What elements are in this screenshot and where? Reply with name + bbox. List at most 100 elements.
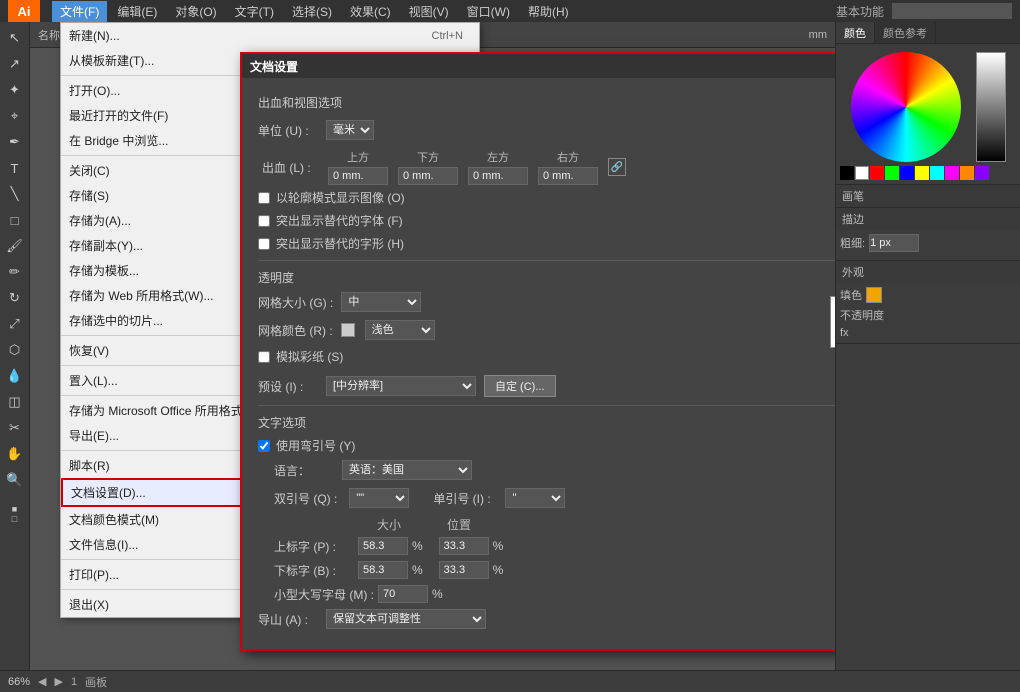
white-preview-box <box>830 296 835 348</box>
transparency-section-title: 透明度 <box>258 269 835 286</box>
fill-swatch[interactable] <box>866 287 882 303</box>
grid-color-select[interactable]: 浅色 中 深色 <box>365 320 435 340</box>
superscript-size-input[interactable] <box>358 537 408 555</box>
swatch-blue[interactable] <box>900 166 914 180</box>
pencil-tool[interactable]: ✏ <box>2 260 28 284</box>
grid-size-select[interactable]: 中 小 大 <box>341 292 421 312</box>
glyph-checkbox[interactable] <box>258 238 270 250</box>
glyph-label: 突出显示替代的字形 (H) <box>276 235 404 252</box>
color-wheel[interactable] <box>851 52 961 162</box>
superscript-label: 上标字 (P) : <box>274 538 354 555</box>
status-nav-right[interactable]: ▶ <box>55 675 63 688</box>
paintbrush-tool[interactable]: 🖌 <box>2 234 28 258</box>
stroke-width-input[interactable] <box>869 234 919 252</box>
language-select[interactable]: 英语：美国 英语：英国 中文：简体 <box>342 460 472 480</box>
eyedropper-tool[interactable]: 💧 <box>2 364 28 388</box>
swatch-red[interactable] <box>870 166 884 180</box>
bleed-top-input[interactable] <box>328 167 388 185</box>
gradient-tool[interactable]: ◫ <box>2 390 28 414</box>
swatch-black[interactable] <box>840 166 854 180</box>
grid-color-label: 网格颜色 (R) : <box>258 322 333 339</box>
zoom-tool[interactable]: 🔍 <box>2 468 28 492</box>
color-tab[interactable]: 颜色 <box>836 22 875 43</box>
panel-tabs: 颜色 颜色参考 <box>836 22 1020 44</box>
bleed-bottom-input[interactable] <box>398 167 458 185</box>
stroke-width-label: 粗细: <box>840 235 865 251</box>
selection-tool[interactable]: ↖ <box>2 26 28 50</box>
glyph-checkbox-row: 突出显示替代的字形 (H) <box>258 235 835 252</box>
unit-label: 单位 (U) : <box>258 122 318 139</box>
fill-stroke[interactable]: ■□ <box>2 502 28 526</box>
appearance-panel-header[interactable]: 外观 <box>836 261 1020 283</box>
stroke-panel-header[interactable]: 描边 <box>836 208 1020 230</box>
dialog-title: 文档设置 <box>242 54 835 78</box>
blend-tool[interactable]: ⬡ <box>2 338 28 362</box>
menu-help[interactable]: 帮助(H) <box>520 1 577 22</box>
menu-file[interactable]: 文件(F) <box>52 1 107 22</box>
status-bar: 66% ◀ ▶ 1 画板 <box>0 670 1020 692</box>
language-row: 语言： 英语：美国 英语：英国 中文：简体 <box>274 460 835 480</box>
menu-effect[interactable]: 效果(C) <box>342 1 399 22</box>
status-nav-left[interactable]: ◀ <box>38 675 46 688</box>
grid-color-swatch[interactable] <box>341 323 355 337</box>
line-tool[interactable]: ╲ <box>2 182 28 206</box>
custom-button[interactable]: 自定 (C)... <box>484 375 556 397</box>
swatch-purple[interactable] <box>975 166 989 180</box>
scale-tool[interactable]: ⤢ <box>2 312 28 336</box>
font-checkbox[interactable] <box>258 215 270 227</box>
subscript-pos-input[interactable] <box>439 561 489 579</box>
menu-edit[interactable]: 编辑(E) <box>109 1 165 22</box>
single-quotes-select[interactable]: '' <box>505 488 565 508</box>
direct-selection-tool[interactable]: ↗ <box>2 52 28 76</box>
use-quotes-checkbox[interactable] <box>258 440 270 452</box>
guide-label: 导山 (A) : <box>258 611 318 628</box>
link-icon[interactable]: 🔗 <box>608 158 626 176</box>
smallcaps-input[interactable] <box>378 585 428 603</box>
top-label: 上方 <box>347 149 369 165</box>
menu-window[interactable]: 窗口(W) <box>459 1 518 22</box>
lasso-tool[interactable]: ⌖ <box>2 104 28 128</box>
swatch-orange[interactable] <box>960 166 974 180</box>
swatch-yellow[interactable] <box>915 166 929 180</box>
search-input[interactable] <box>892 3 1012 19</box>
subscript-size-input[interactable] <box>358 561 408 579</box>
menu-item-new[interactable]: 新建(N)... Ctrl+N <box>61 23 479 48</box>
simulate-paper-checkbox[interactable] <box>258 351 270 363</box>
menu-text[interactable]: 文字(T) <box>227 1 282 22</box>
workspace: ↖ ↗ ✦ ⌖ ✒ T ╲ □ 🖌 ✏ ↻ ⤢ ⬡ 💧 ◫ ✂ ✋ 🔍 ■□ 名… <box>0 22 1020 670</box>
pen-tool[interactable]: ✒ <box>2 130 28 154</box>
rotate-tool[interactable]: ↻ <box>2 286 28 310</box>
simulate-paper-label: 模拟彩纸 (S) <box>276 348 343 365</box>
bleed-left-input[interactable] <box>468 167 528 185</box>
brush-panel-header[interactable]: 画笔 <box>836 185 1020 207</box>
smallcaps-label: 小型大写字母 (M) : <box>274 586 374 603</box>
position-col-label: 位置 <box>424 516 494 533</box>
right-label: 右方 <box>557 149 579 165</box>
hand-tool[interactable]: ✋ <box>2 442 28 466</box>
unit-row: 单位 (U) : 毫米 像素 点 英寸 编辑画板(D) <box>258 119 835 141</box>
unit-select[interactable]: 毫米 像素 点 英寸 <box>326 120 374 140</box>
double-quotes-select[interactable]: "" <box>349 488 409 508</box>
swatch-cyan[interactable] <box>930 166 944 180</box>
brightness-slider[interactable] <box>976 52 1006 162</box>
color-ref-tab[interactable]: 颜色参考 <box>875 22 936 43</box>
magic-wand-tool[interactable]: ✦ <box>2 78 28 102</box>
bleed-right-input[interactable] <box>538 167 598 185</box>
superscript-pos-input[interactable] <box>439 537 489 555</box>
swatch-green[interactable] <box>885 166 899 180</box>
menu-object[interactable]: 对象(O) <box>167 1 224 22</box>
scissors-tool[interactable]: ✂ <box>2 416 28 440</box>
menu-select[interactable]: 选择(S) <box>284 1 340 22</box>
guide-select[interactable]: 保留文本可调整性 <box>326 609 486 629</box>
menu-view[interactable]: 视图(V) <box>401 1 457 22</box>
preset-select[interactable]: [中分辨率] [低分辨率] [高分辨率] <box>326 376 476 396</box>
subscript-size-pct: % <box>412 563 423 577</box>
page-number: 1 <box>71 676 77 688</box>
smallcaps-row: 小型大写字母 (M) : % <box>274 585 835 603</box>
outline-checkbox[interactable] <box>258 192 270 204</box>
swatch-magenta[interactable] <box>945 166 959 180</box>
swatch-white[interactable] <box>855 166 869 180</box>
type-tool[interactable]: T <box>2 156 28 180</box>
shape-tool[interactable]: □ <box>2 208 28 232</box>
document-settings-dialog: 文档设置 出血和视图选项 单位 (U) : 毫米 像素 点 英寸 编辑画板(D) <box>240 52 835 651</box>
